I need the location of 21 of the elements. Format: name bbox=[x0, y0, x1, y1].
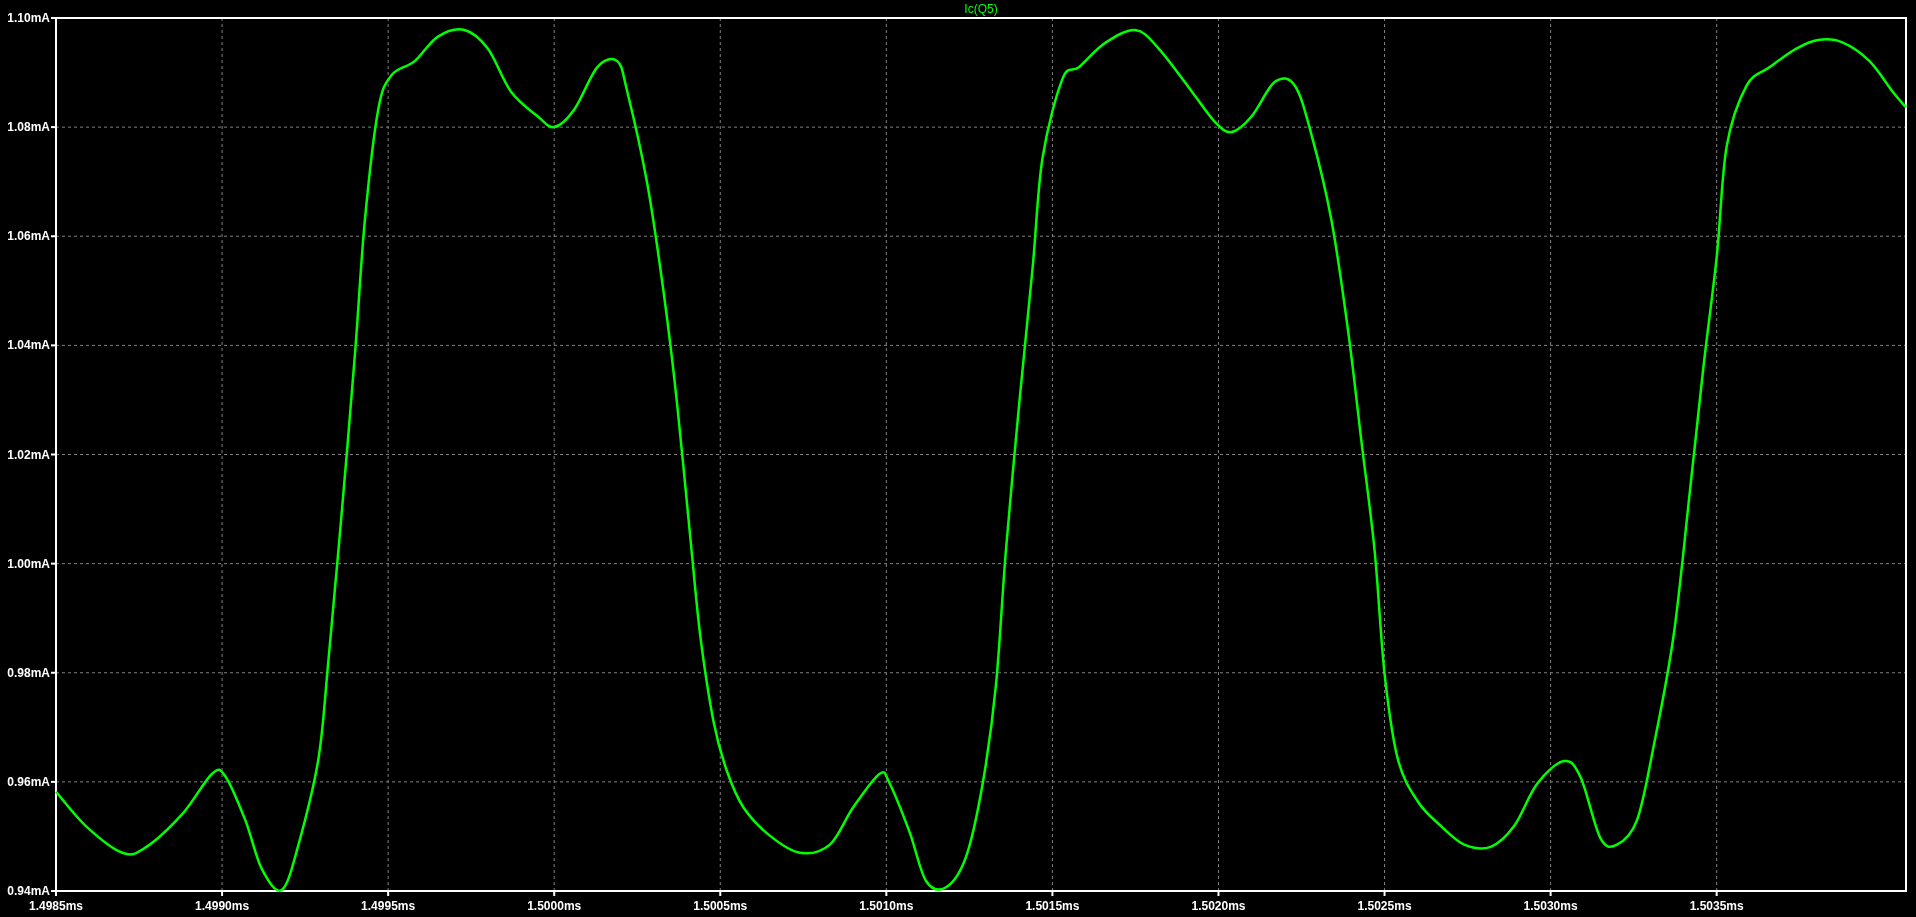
y-axis-tick-label: 0.98mA bbox=[7, 665, 50, 680]
x-axis-tick-label: 1.4995ms bbox=[361, 899, 416, 913]
x-axis-tick-label: 1.5000ms bbox=[527, 899, 582, 913]
x-axis-tick-label: 1.5020ms bbox=[1191, 899, 1246, 913]
y-axis-tick-label: 0.94mA bbox=[7, 884, 50, 898]
x-axis-tick-label: 1.5025ms bbox=[1357, 899, 1412, 913]
x-axis-tick-label: 1.5005ms bbox=[693, 899, 748, 913]
y-axis-tick-label: 1.00mA bbox=[7, 556, 50, 571]
x-axis-tick-label: 1.5035ms bbox=[1689, 899, 1744, 913]
y-axis-tick-label: 1.06mA bbox=[7, 229, 50, 244]
y-axis-tick-label: 0.96mA bbox=[7, 774, 50, 789]
x-axis-tick-label: 1.5015ms bbox=[1025, 899, 1080, 913]
x-axis-tick-label: 1.5030ms bbox=[1523, 899, 1578, 913]
y-axis-tick-label: 1.02mA bbox=[7, 447, 50, 462]
y-axis-tick-label: 1.08mA bbox=[7, 120, 50, 135]
y-axis-tick-label: 1.04mA bbox=[7, 338, 50, 353]
y-axis-tick-label: 1.10mA bbox=[7, 11, 50, 25]
x-axis-tick-label: 1.4990ms bbox=[195, 899, 250, 913]
x-axis-tick-label: 1.5010ms bbox=[859, 899, 914, 913]
trace-label: Ic(Q5) bbox=[964, 2, 998, 16]
x-axis-tick-label: 1.4985ms bbox=[29, 899, 83, 913]
